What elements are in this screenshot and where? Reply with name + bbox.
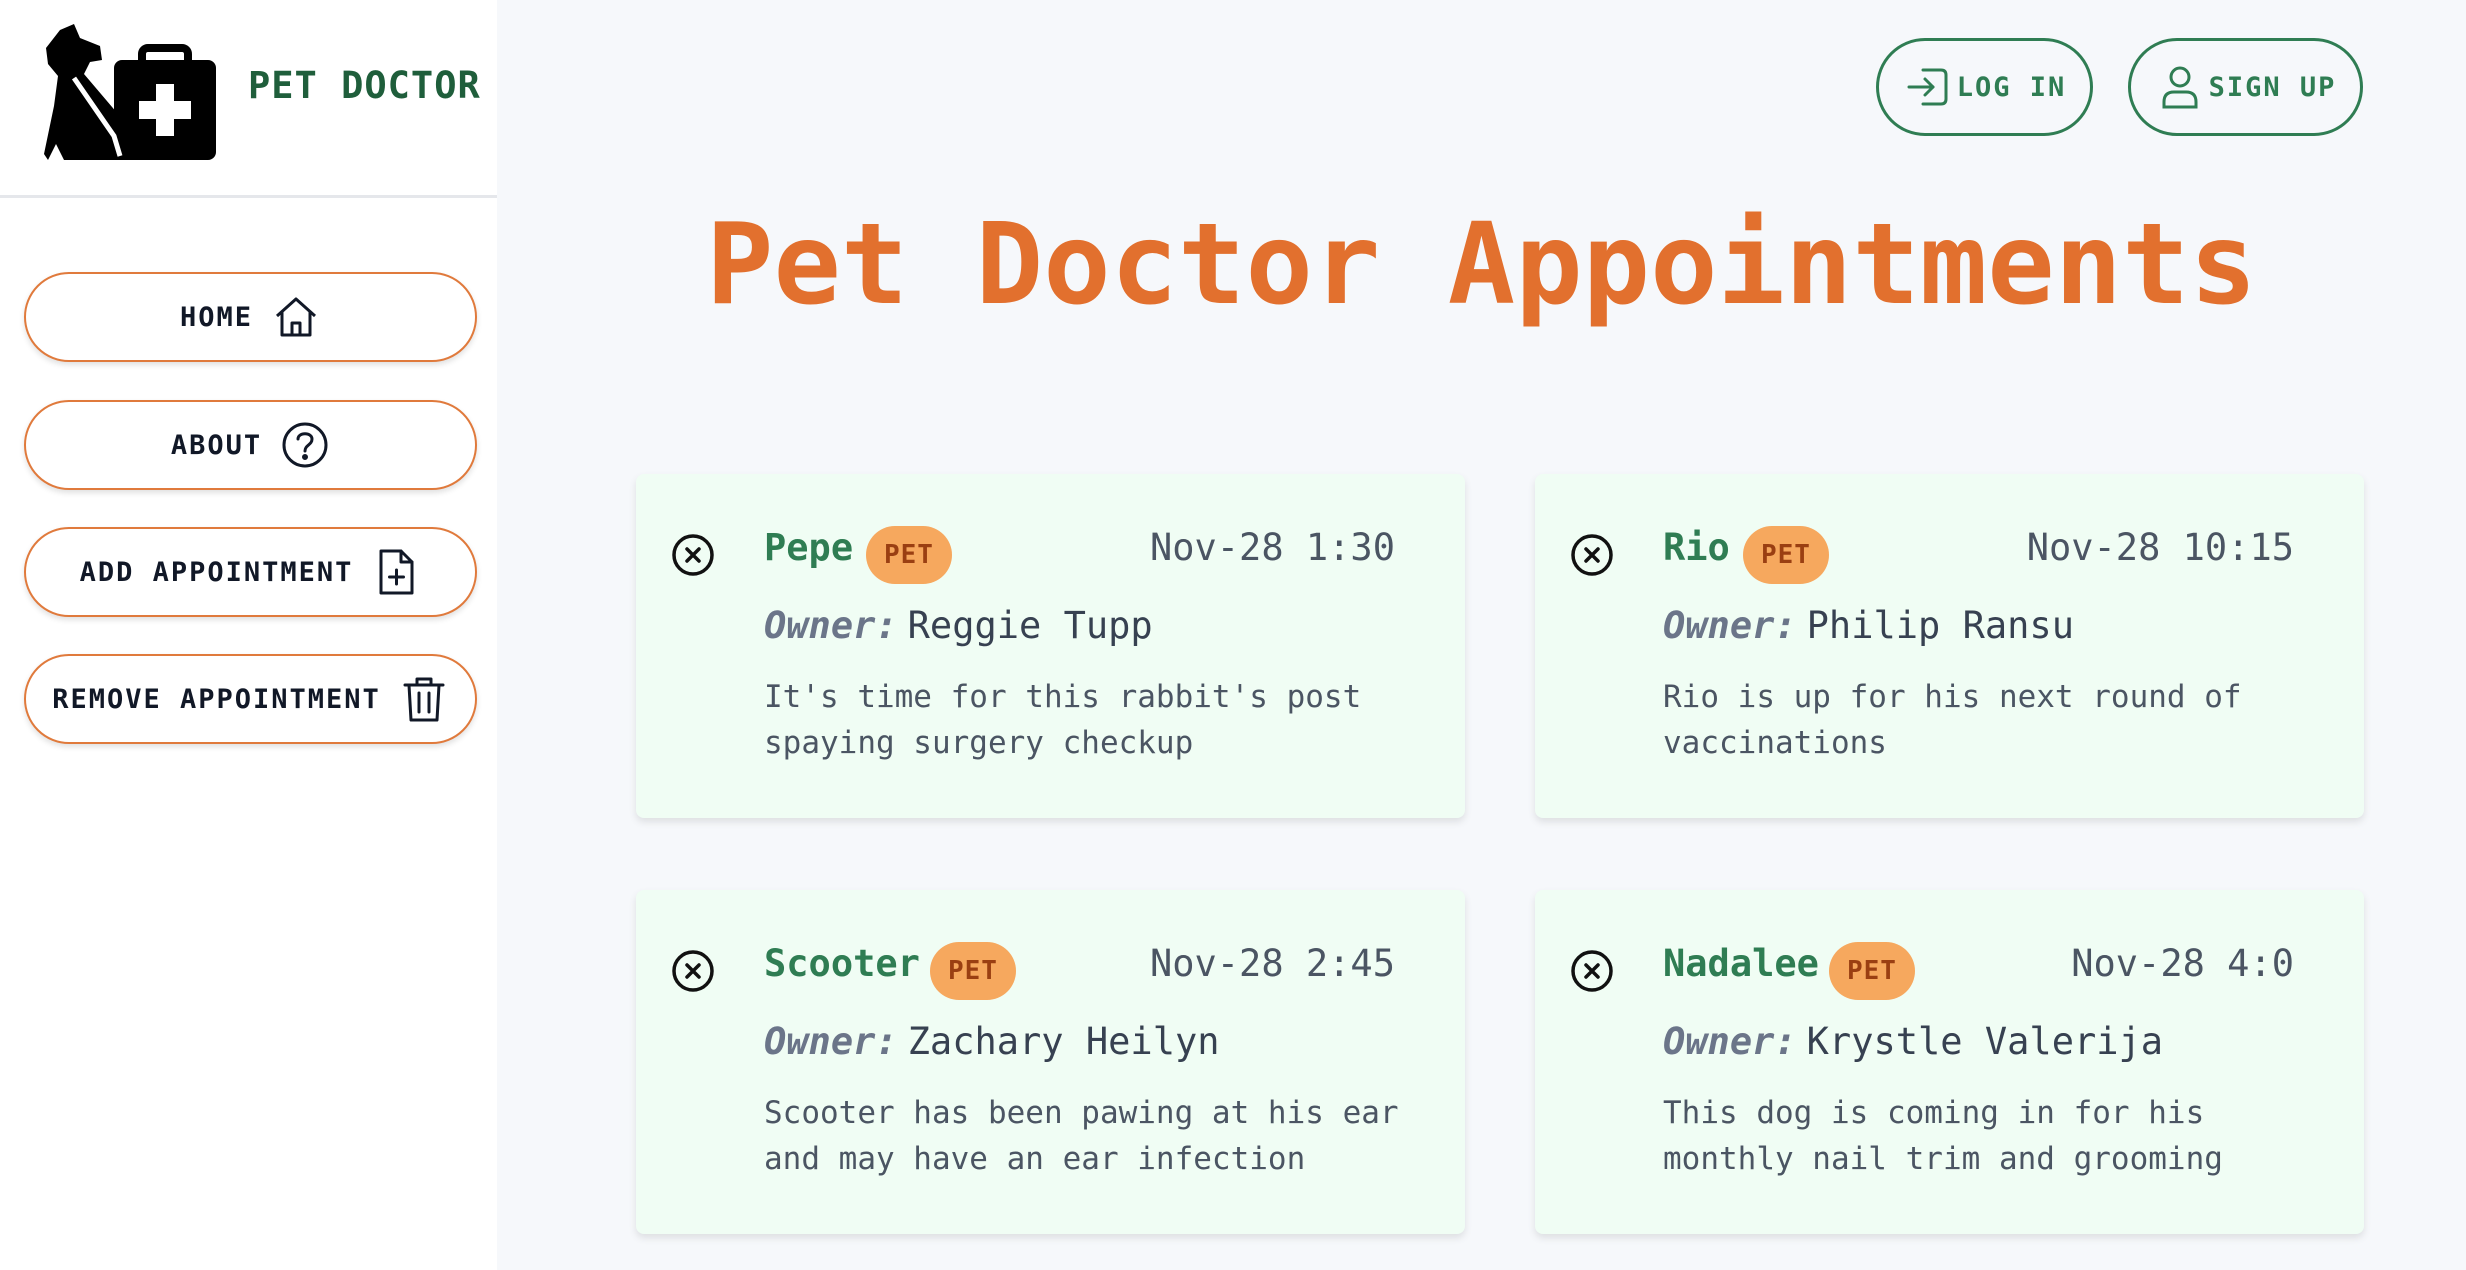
- appointment-notes: It's time for this rabbit's post spaying…: [764, 679, 1362, 761]
- brand-name: PET DOCTOR: [248, 64, 481, 107]
- sidebar: PET DOCTOR HOME ABOUT ADD APPOINTMENT RE…: [0, 0, 497, 1270]
- appointment-card: Nadalee PET Nov-28 4:0 Owner: Krystle Val…: [1535, 890, 2364, 1234]
- pet-badge: PET: [1743, 526, 1829, 584]
- app-root: PET DOCTOR HOME ABOUT ADD APPOINTMENT RE…: [0, 0, 2466, 1270]
- appointment-card: Pepe PET Nov-28 1:30 Owner: Reggie Tupp I…: [636, 474, 1465, 818]
- page-title: Pet Doctor Appointments: [706, 200, 2257, 330]
- pet-name: Scooter: [764, 942, 920, 985]
- pet-name: Rio: [1663, 526, 1730, 569]
- pet-badge: PET: [866, 526, 952, 584]
- close-icon[interactable]: [670, 948, 716, 994]
- appointment-date: Nov-28 4:0: [2071, 942, 2294, 985]
- close-icon[interactable]: [1569, 532, 1615, 578]
- nav-home-button[interactable]: HOME: [24, 272, 477, 362]
- owner-line: Owner: Krystle Valerija: [1663, 1020, 2163, 1063]
- owner-line: Owner: Zachary Heilyn: [764, 1020, 1220, 1063]
- login-button[interactable]: LOG IN: [1876, 38, 2093, 136]
- owner-label: Owner:: [1663, 1020, 1797, 1063]
- pet-badge: PET: [1829, 942, 1915, 1000]
- login-icon: [1907, 68, 1948, 106]
- nav-about-label: ABOUT: [170, 429, 263, 461]
- nav-add-appointment-button[interactable]: ADD APPOINTMENT: [24, 527, 477, 617]
- appointment-notes: Rio is up for his next round of vaccinat…: [1663, 679, 2242, 761]
- user-icon: [2162, 66, 2198, 109]
- brand-header: PET DOCTOR: [0, 0, 497, 198]
- owner-line: Owner: Philip Ransu: [1663, 604, 2074, 647]
- owner-line: Owner: Reggie Tupp: [764, 604, 1153, 647]
- close-icon[interactable]: [670, 532, 716, 578]
- file-plus-icon: [379, 549, 414, 595]
- owner-label: Owner:: [1663, 604, 1797, 647]
- owner-name: Krystle Valerija: [1806, 1020, 2164, 1063]
- home-icon: [276, 297, 317, 337]
- appointment-date: Nov-28 10:15: [2026, 526, 2294, 569]
- appointment-date: Nov-28 1:30: [1149, 526, 1395, 569]
- appointment-card: Rio PET Nov-28 10:15 Owner: Philip Ransu …: [1535, 474, 2364, 818]
- pet-name: Pepe: [764, 526, 854, 569]
- close-icon[interactable]: [1569, 948, 1615, 994]
- owner-name: Zachary Heilyn: [907, 1020, 1220, 1063]
- pet-name: Nadalee: [1663, 942, 1819, 985]
- owner-label: Owner:: [764, 1020, 898, 1063]
- signup-button[interactable]: SIGN UP: [2128, 38, 2363, 136]
- trash-icon: [403, 677, 445, 722]
- nav-home-label: HOME: [179, 301, 254, 333]
- appointment-notes: This dog is coming in for his monthly na…: [1663, 1095, 2223, 1177]
- owner-name: Reggie Tupp: [907, 604, 1153, 647]
- pet-badge: PET: [930, 942, 1016, 1000]
- login-label: LOG IN: [1956, 71, 2067, 103]
- appointment-notes: Scooter has been pawing at his ear and m…: [764, 1095, 1399, 1177]
- nav-about-button[interactable]: ABOUT: [24, 400, 477, 490]
- pet-doctor-logo-icon[interactable]: [44, 24, 216, 160]
- appointment-date: Nov-28 2:45: [1149, 942, 1395, 985]
- question-circle-icon: [282, 422, 328, 468]
- owner-label: Owner:: [764, 604, 898, 647]
- owner-name: Philip Ransu: [1806, 604, 2074, 647]
- nav-add-appointment-label: ADD APPOINTMENT: [79, 556, 354, 588]
- nav-remove-appointment-label: REMOVE APPOINTMENT: [52, 683, 381, 715]
- nav-remove-appointment-button[interactable]: REMOVE APPOINTMENT: [24, 654, 477, 744]
- appointment-card: Scooter PET Nov-28 2:45 Owner: Zachary He…: [636, 890, 1465, 1234]
- signup-label: SIGN UP: [2208, 71, 2337, 103]
